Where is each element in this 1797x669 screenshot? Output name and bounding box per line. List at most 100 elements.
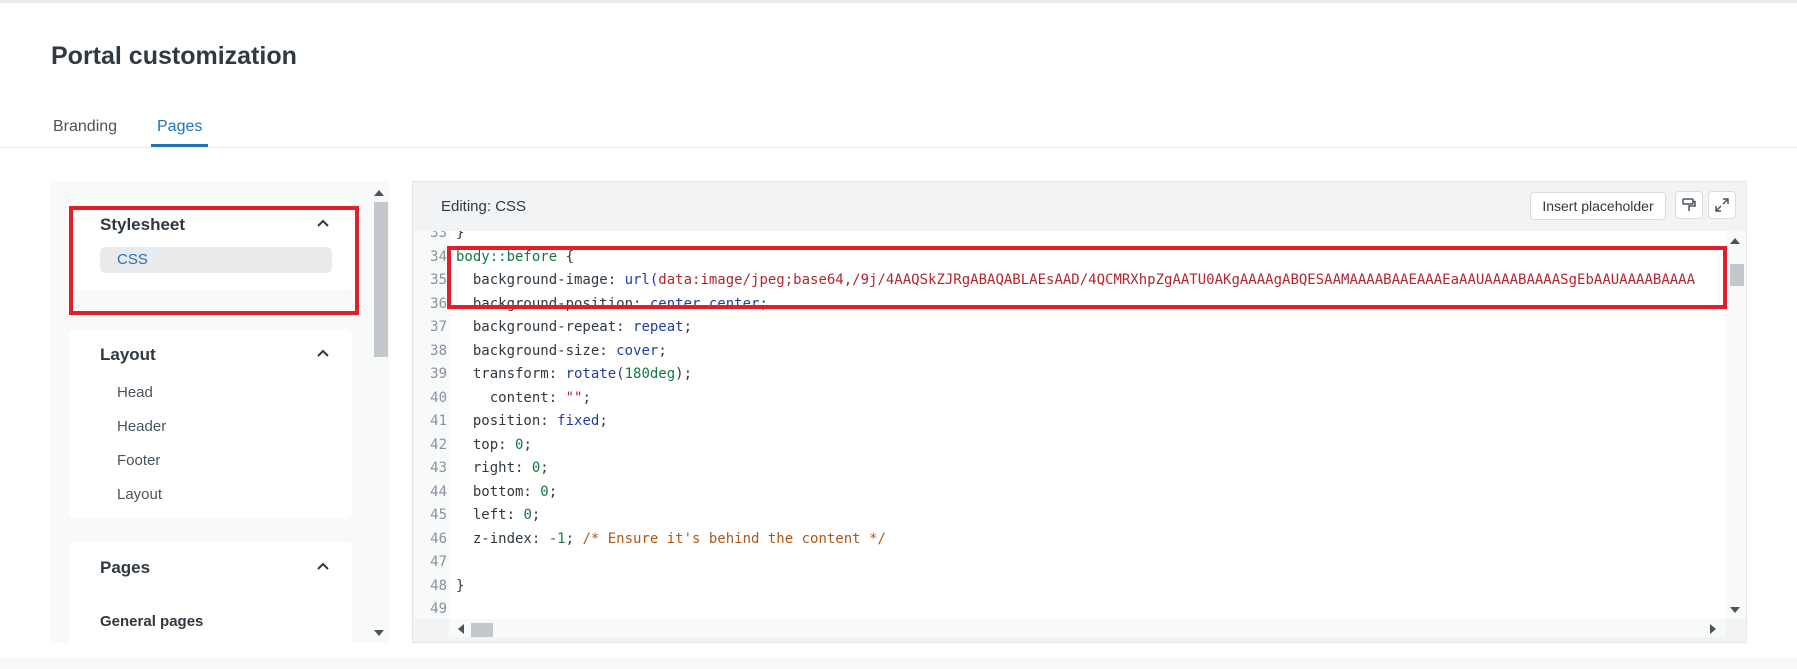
code-line: 46 z-index: -1; /* Ensure it's behind th… — [414, 527, 1726, 551]
scroll-right-arrow-icon[interactable] — [1710, 624, 1716, 634]
code-text: } — [456, 231, 464, 245]
insert-placeholder-button[interactable]: Insert placeholder — [1530, 192, 1666, 220]
scrollbar-thumb[interactable] — [471, 623, 493, 637]
stylesheet-card: Stylesheet CSS — [69, 200, 352, 290]
sidebar-scrollbar[interactable] — [370, 181, 388, 643]
line-number: 44 — [430, 483, 447, 500]
scroll-down-arrow-icon[interactable] — [374, 630, 384, 636]
code-token: background-position: — [456, 295, 650, 312]
code-token: ; — [658, 342, 667, 359]
code-text: content: ""; — [456, 386, 591, 410]
code-token: ; — [548, 483, 558, 500]
code-token: z-index: — [456, 530, 549, 547]
code-token: rotate( — [565, 366, 625, 382]
line-number: 37 — [430, 319, 447, 335]
code-token: /* Ensure it's behind the content */ — [582, 530, 886, 547]
line-number: 33 — [430, 231, 447, 241]
line-number: 40 — [430, 389, 447, 406]
line-number: 47 — [430, 554, 447, 570]
line-number: 41 — [430, 413, 447, 429]
code-token: ; — [683, 319, 693, 335]
code-token: ; — [523, 436, 532, 453]
code-token: ; — [759, 295, 768, 312]
expand-icon[interactable] — [1708, 191, 1736, 219]
code-token: background-size: — [456, 342, 617, 359]
code-token: right: — [456, 460, 532, 476]
code-token: ; — [565, 530, 583, 547]
code-text: bottom: 0; — [456, 480, 557, 504]
code-token: -1 — [548, 530, 566, 547]
pages-heading: Pages — [100, 558, 151, 577]
code-line: 49 — [414, 597, 1726, 619]
code-line: 45 left: 0; — [414, 503, 1726, 527]
code-token: ; — [531, 507, 541, 523]
code-text: background-position: center center; — [456, 292, 768, 316]
sidebar: Stylesheet CSS Layout Head Header Footer… — [50, 181, 389, 643]
general-pages-heading: General pages — [100, 613, 204, 630]
sidebar-item-layout[interactable]: Layout — [117, 486, 162, 503]
line-number: 42 — [430, 436, 447, 453]
pages-card: Pages General pages — [69, 542, 352, 643]
code-token: ; — [599, 413, 608, 429]
code-text: background-repeat: repeat; — [456, 315, 692, 339]
code-token: ); — [675, 366, 693, 382]
code-text: position: fixed; — [456, 409, 608, 433]
code-token: bottom: — [456, 483, 541, 500]
code-token: } — [456, 577, 465, 594]
line-number: 39 — [430, 366, 447, 382]
chevron-up-icon[interactable] — [316, 559, 330, 573]
scroll-up-arrow-icon[interactable] — [1730, 238, 1740, 244]
code-line: 44 bottom: 0; — [414, 480, 1726, 504]
code-text: background-image: url(data:image/jpeg;ba… — [456, 268, 1695, 292]
code-text: transform: rotate(180deg); — [456, 362, 692, 386]
line-number: 48 — [430, 577, 447, 594]
chevron-up-icon[interactable] — [316, 346, 330, 360]
editor-vertical-scrollbar[interactable] — [1726, 231, 1746, 619]
code-token: position: — [456, 413, 558, 429]
code-line: 36 background-position: center center; — [414, 292, 1726, 316]
code-token: content: — [456, 389, 566, 406]
scroll-up-arrow-icon[interactable] — [374, 190, 384, 196]
code-token: body::before — [456, 248, 558, 265]
paint-roller-icon[interactable] — [1675, 191, 1703, 219]
tab-branding[interactable]: Branding — [53, 118, 117, 144]
code-text: right: 0; — [456, 456, 549, 480]
scroll-down-arrow-icon[interactable] — [1730, 607, 1740, 613]
tab-bar: Branding Pages — [0, 110, 1797, 148]
code-token: repeat — [633, 319, 684, 335]
code-text: background-size: cover; — [456, 339, 667, 363]
code-line: 47 — [414, 550, 1726, 574]
code-line: 34 body::before { — [414, 245, 1726, 269]
line-number: 45 — [430, 507, 447, 523]
editor-horizontal-scrollbar[interactable] — [449, 619, 1726, 637]
code-text: z-index: -1; /* Ensure it's behind the c… — [456, 527, 886, 551]
code-token: transform: — [456, 366, 566, 382]
code-token: 180deg — [624, 366, 676, 382]
code-token: 0 — [523, 507, 532, 523]
code-text: top: 0; — [456, 433, 532, 457]
line-number: 43 — [430, 460, 447, 476]
code-line: 38 background-size: cover; — [414, 339, 1726, 363]
code-editor[interactable]: 33} 34 body::before {35 background-image: … — [414, 231, 1726, 619]
sidebar-item-css[interactable]: CSS — [100, 247, 332, 273]
code-token: top: — [456, 436, 516, 453]
scrollbar-thumb[interactable] — [374, 202, 388, 357]
code-token: center center — [649, 295, 760, 312]
sidebar-item-head[interactable]: Head — [117, 384, 153, 401]
code-token: "" — [565, 389, 583, 406]
sidebar-item-footer[interactable]: Footer — [117, 452, 160, 469]
scrollbar-thumb[interactable] — [1730, 264, 1744, 286]
code-line: 41 position: fixed; — [414, 409, 1726, 433]
code-text: left: 0; — [456, 503, 540, 527]
scroll-left-arrow-icon[interactable] — [458, 624, 464, 634]
code-token: ; — [540, 460, 549, 476]
tab-pages[interactable]: Pages — [151, 118, 209, 147]
code-token: left: — [456, 507, 524, 523]
top-divider — [0, 0, 1797, 3]
sidebar-item-header[interactable]: Header — [117, 418, 166, 435]
line-number: 35 — [430, 272, 447, 288]
code-token: url( — [624, 272, 659, 288]
code-line: 35 background-image: url(data:image/jpeg… — [414, 268, 1726, 292]
chevron-up-icon[interactable] — [316, 216, 330, 230]
page-title: Portal customization — [51, 42, 297, 70]
